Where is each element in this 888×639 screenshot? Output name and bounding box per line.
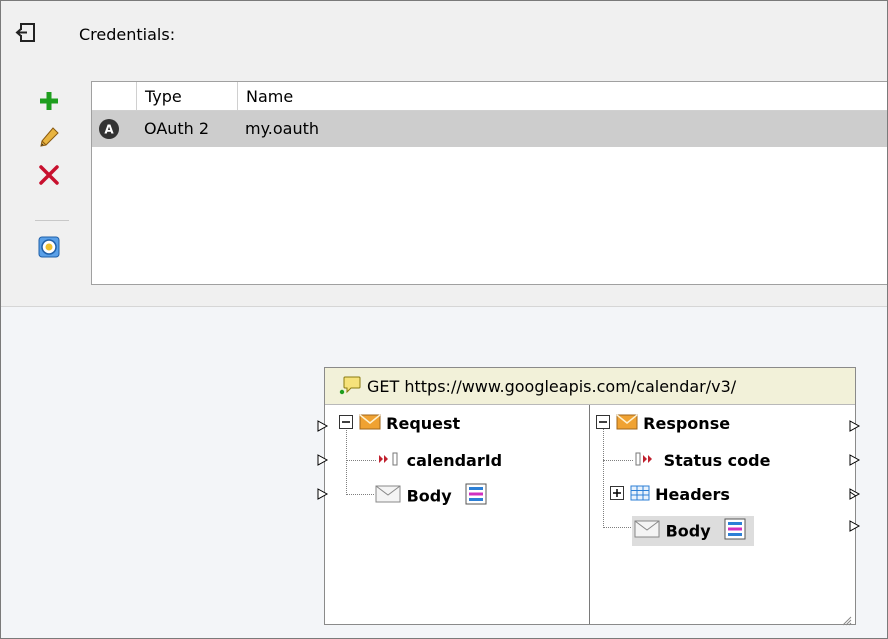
expand-icon[interactable]: [610, 485, 624, 504]
credential-settings-button[interactable]: [35, 233, 63, 261]
calendarid-node[interactable]: calendarId: [377, 450, 502, 470]
rest-component[interactable]: GET https://www.googleapis.com/calendar/…: [324, 367, 856, 626]
auth-badge-icon: A: [98, 118, 120, 140]
envelope-icon: [634, 519, 660, 543]
response-body-label: Body: [665, 521, 711, 541]
status-code-node[interactable]: Status code: [634, 450, 770, 470]
parameter-icon: [634, 451, 658, 470]
credentials-table: Type Name A OAuth 2 my.oauth: [91, 81, 887, 285]
edit-credential-button[interactable]: [35, 123, 63, 151]
input-connector-body[interactable]: [317, 488, 329, 500]
structure-settings-icon[interactable]: [724, 518, 746, 544]
request-node[interactable]: Request: [339, 413, 460, 434]
request-label: Request: [386, 414, 461, 433]
collapse-icon[interactable]: [339, 414, 353, 433]
column-header-type[interactable]: Type: [136, 82, 237, 110]
svg-text:A: A: [104, 123, 114, 137]
request-body-label: Body: [406, 486, 452, 506]
structure-settings-icon[interactable]: [465, 483, 487, 509]
table-icon: [630, 485, 650, 505]
response-pane: Response Status code Headers Body: [590, 405, 855, 626]
input-connector-request[interactable]: [317, 420, 329, 432]
row-type-cell: OAuth 2: [144, 119, 210, 138]
credentials-toolbar: [29, 81, 75, 291]
credentials-panel: Credentials: Type Name A OAuth 2 my.oaut…: [1, 1, 887, 307]
window: Credentials: Type Name A OAuth 2 my.oaut…: [0, 0, 888, 639]
output-connector-response[interactable]: [849, 420, 861, 432]
add-icon: [40, 92, 58, 110]
resize-grip-icon[interactable]: [842, 611, 852, 626]
comment-icon: [339, 376, 361, 396]
delete-icon: [39, 165, 59, 185]
row-name-cell: my.oauth: [245, 119, 320, 138]
status-code-label: Status code: [663, 451, 771, 470]
table-row[interactable]: A OAuth 2 my.oauth: [92, 111, 887, 147]
envelope-icon: [375, 484, 401, 508]
add-credential-button[interactable]: [35, 87, 63, 115]
response-label: Response: [643, 414, 731, 433]
headers-label: Headers: [655, 485, 730, 504]
request-body-node[interactable]: Body: [375, 483, 487, 509]
calendarid-label: calendarId: [406, 451, 503, 470]
output-connector-status-code[interactable]: [849, 454, 861, 466]
credential-settings-icon: [38, 236, 60, 258]
credentials-title: Credentials:: [79, 25, 176, 44]
pencil-icon: [40, 127, 59, 147]
toolbar-separator: [35, 220, 69, 221]
component-title: GET https://www.googleapis.com/calendar/…: [367, 377, 737, 396]
input-connector-calendarid[interactable]: [317, 454, 329, 466]
column-header-name[interactable]: Name: [237, 82, 886, 110]
headers-node[interactable]: Headers: [610, 484, 730, 505]
component-title-bar[interactable]: GET https://www.googleapis.com/calendar/…: [325, 368, 855, 405]
output-connector-headers[interactable]: [849, 488, 861, 500]
response-node[interactable]: Response: [596, 413, 730, 434]
response-body-node[interactable]: Body: [632, 516, 755, 546]
request-pane: Request calendarId Body: [325, 405, 590, 624]
delete-credential-button[interactable]: [35, 161, 63, 189]
collapse-icon[interactable]: [596, 414, 610, 433]
output-connector-body[interactable]: [849, 520, 861, 532]
parameter-icon: [377, 451, 401, 470]
exit-icon[interactable]: [15, 22, 37, 44]
envelope-icon: [359, 413, 381, 434]
table-header: Type Name: [92, 82, 887, 111]
envelope-icon: [616, 413, 638, 434]
